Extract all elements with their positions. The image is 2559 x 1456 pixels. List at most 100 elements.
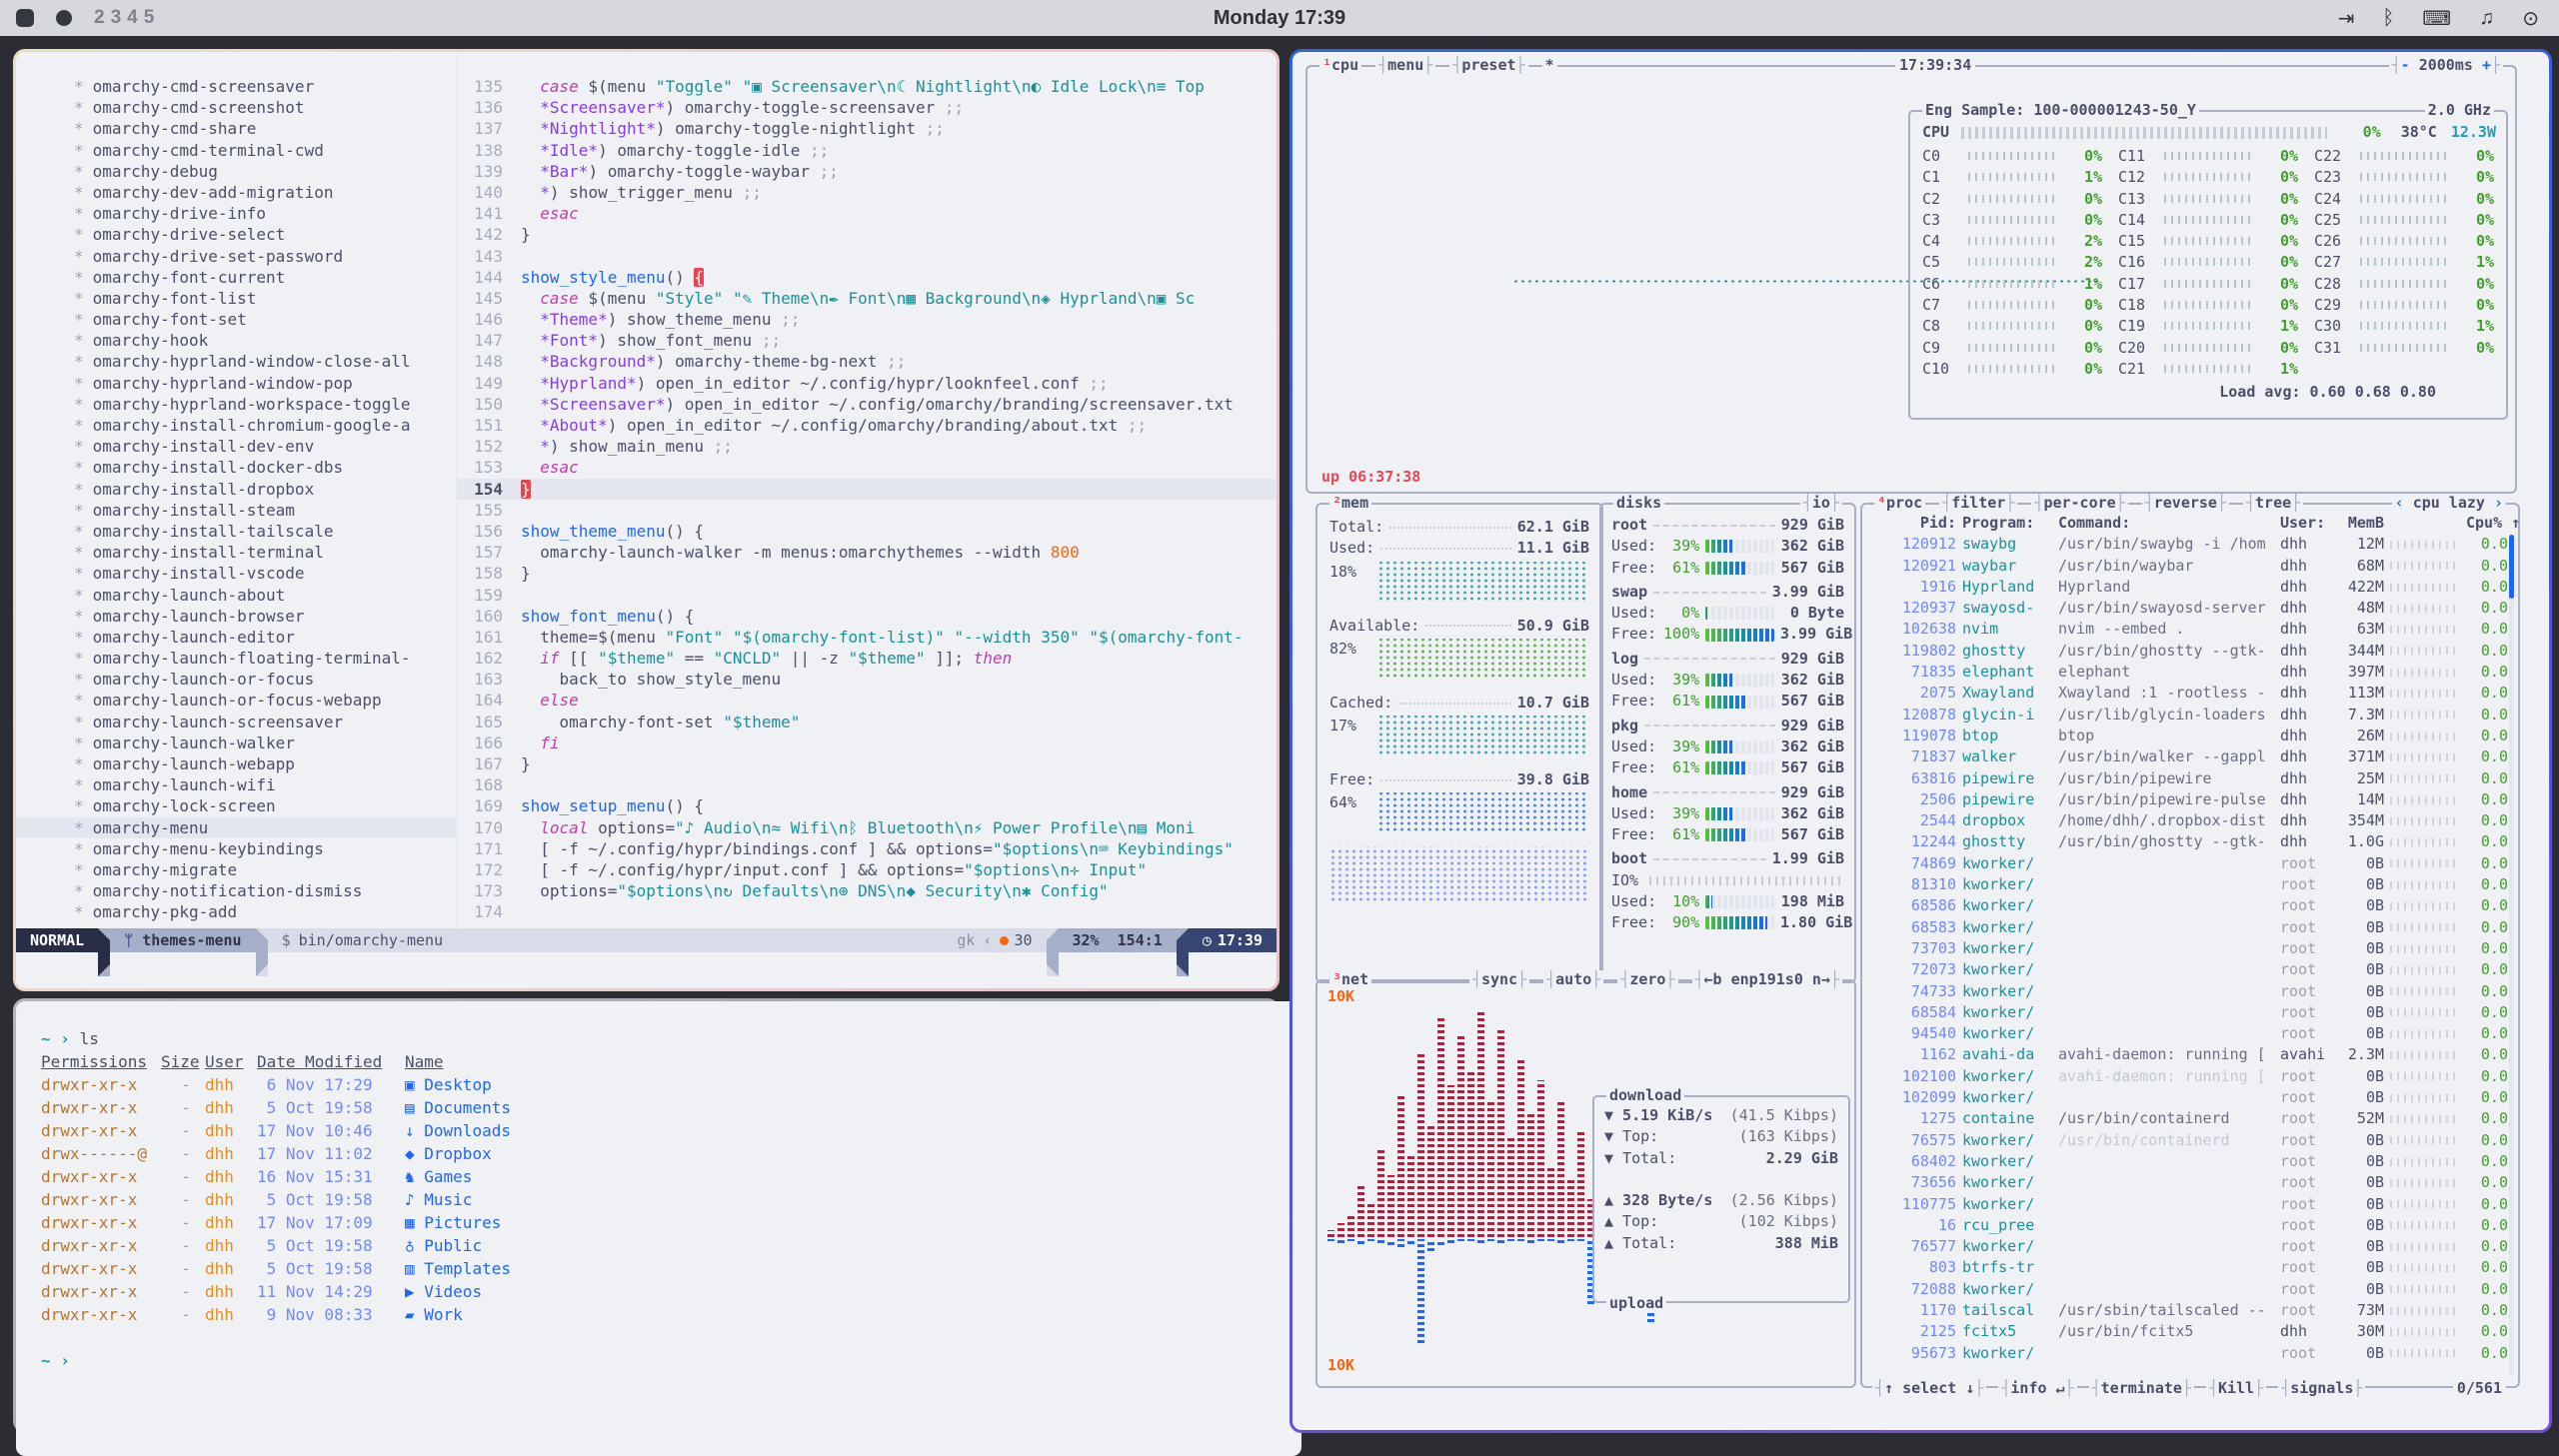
file-item[interactable]: *omarchy-launch-editor bbox=[16, 627, 456, 648]
process-row[interactable]: 76575kworker//usr/bin/containerdroot0B0.… bbox=[1862, 1130, 2518, 1151]
file-item[interactable]: *omarchy-lock-screen bbox=[16, 795, 456, 816]
code-line[interactable]: 143 bbox=[457, 246, 1277, 267]
code-line[interactable]: 145 case $(menu "Style" "✎ Theme\n✒ Font… bbox=[457, 288, 1277, 309]
proc-footer-item[interactable]: ┤signals├ bbox=[2278, 1379, 2365, 1397]
code-line[interactable]: 169show_setup_menu() { bbox=[457, 795, 1277, 816]
code-line[interactable]: 147 *Font*) show_font_menu ;; bbox=[457, 330, 1277, 351]
file-item[interactable]: *omarchy-install-docker-dbs bbox=[16, 457, 456, 478]
workspace-active-icon[interactable] bbox=[56, 10, 72, 26]
process-row[interactable]: 803btrfs-trroot0B0.0 bbox=[1862, 1257, 2518, 1278]
process-row[interactable]: 1170tailscal/usr/sbin/tailscaled --root7… bbox=[1862, 1300, 2518, 1321]
proc-footer-item[interactable]: ┤↑ select ↓├ bbox=[1872, 1379, 1986, 1397]
file-item[interactable]: *omarchy-dev-add-migration bbox=[16, 182, 456, 203]
proc-footer-item[interactable]: ┤info ↵├ bbox=[1998, 1379, 2076, 1397]
file-item[interactable]: *omarchy-font-list bbox=[16, 288, 456, 309]
process-row[interactable]: 68402kworker/root0B0.0 bbox=[1862, 1151, 2518, 1172]
code-line[interactable]: 149 *Hyprland*) open_in_editor ~/.config… bbox=[457, 373, 1277, 394]
code-line[interactable]: 159 bbox=[457, 585, 1277, 606]
btop-menu-button[interactable]: ┤menu├ bbox=[1375, 56, 1435, 74]
code-line[interactable]: 141 esac bbox=[457, 203, 1277, 224]
file-item[interactable]: *omarchy-launch-browser bbox=[16, 606, 456, 627]
net-option-sync[interactable]: ┤sync├ bbox=[1469, 970, 1529, 988]
proc-tab-reverse[interactable]: ┤reverse├ bbox=[2142, 494, 2229, 512]
workspace-4[interactable]: 4 bbox=[127, 7, 138, 28]
code-line[interactable]: 153 esac bbox=[457, 457, 1277, 478]
workspace-5[interactable]: 5 bbox=[144, 7, 155, 28]
interval-decrease-button[interactable]: - bbox=[2401, 56, 2410, 74]
file-item[interactable]: *omarchy-install-tailscale bbox=[16, 521, 456, 542]
code-line[interactable]: 156show_theme_menu() { bbox=[457, 521, 1277, 542]
process-row[interactable]: 2075XwaylandXwayland :1 -rootless -dhh11… bbox=[1862, 683, 2518, 704]
code-line[interactable]: 162 if [[ "$theme" == "CNCLD" || -z "$th… bbox=[457, 648, 1277, 669]
file-item[interactable]: *omarchy-menu bbox=[16, 817, 456, 838]
code-line[interactable]: 150 *Screensaver*) open_in_editor ~/.con… bbox=[457, 394, 1277, 415]
code-line[interactable]: 170 local options="♪ Audio\n≈ Wifi\nᛒ Bl… bbox=[457, 817, 1277, 838]
code-line[interactable]: 155 bbox=[457, 500, 1277, 521]
process-row[interactable]: 63816pipewire/usr/bin/pipewiredhh25M0.0 bbox=[1862, 768, 2518, 789]
net-option-zero[interactable]: ┤zero├ bbox=[1617, 970, 1677, 988]
process-row[interactable]: 2125fcitx5/usr/bin/fcitx5dhh30M0.0 bbox=[1862, 1321, 2518, 1342]
process-row[interactable]: 95673kworker/root0B0.0 bbox=[1862, 1343, 2518, 1364]
process-row[interactable]: 71835elephantelephantdhh397M0.0 bbox=[1862, 662, 2518, 683]
code-line[interactable]: 146 *Theme*) show_theme_menu ;; bbox=[457, 309, 1277, 330]
process-row[interactable]: 2544dropbox/home/dhh/.dropbox-distdhh354… bbox=[1862, 810, 2518, 831]
keyboard-icon[interactable]: ⌨ bbox=[2422, 6, 2451, 31]
code-line[interactable]: 172 [ -f ~/.config/hypr/input.conf ] && … bbox=[457, 859, 1277, 880]
net-option-auto[interactable]: ┤auto├ bbox=[1543, 970, 1603, 988]
code-line[interactable]: 144show_style_menu() { bbox=[457, 267, 1277, 288]
file-item[interactable]: *omarchy-install-dev-env bbox=[16, 436, 456, 457]
process-row[interactable]: 94540kworker/root0B0.0 bbox=[1862, 1023, 2518, 1044]
process-row[interactable]: 68584kworker/root0B0.0 bbox=[1862, 1002, 2518, 1023]
file-item[interactable]: *omarchy-launch-or-focus-webapp bbox=[16, 690, 456, 711]
file-item[interactable]: *omarchy-install-terminal bbox=[16, 542, 456, 563]
file-item[interactable]: *omarchy-hyprland-window-close-all bbox=[16, 351, 456, 372]
process-row[interactable]: 71837walker/usr/bin/walker --gappldhh371… bbox=[1862, 746, 2518, 767]
process-row[interactable]: 102099kworker/root0B0.0 bbox=[1862, 1087, 2518, 1108]
volume-icon[interactable]: ♫ bbox=[2479, 7, 2494, 30]
code-line[interactable]: 163 back_to show_style_menu bbox=[457, 669, 1277, 690]
workspace-3[interactable]: 3 bbox=[111, 7, 122, 28]
file-item[interactable]: *omarchy-install-vscode bbox=[16, 563, 456, 584]
code-line[interactable]: 161 theme=$(menu "Font" "$(omarchy-font-… bbox=[457, 627, 1277, 648]
process-row[interactable]: 102638nvimnvim --embed .dhh63M0.0 bbox=[1862, 619, 2518, 640]
power-icon[interactable]: ⊙ bbox=[2522, 6, 2539, 31]
file-item[interactable]: *omarchy-menu-keybindings bbox=[16, 838, 456, 859]
process-row[interactable]: 72073kworker/root0B0.0 bbox=[1862, 959, 2518, 980]
process-row[interactable]: 68583kworker/root0B0.0 bbox=[1862, 917, 2518, 938]
process-row[interactable]: 74733kworker/root0B0.0 bbox=[1862, 981, 2518, 1002]
file-item[interactable]: *omarchy-launch-webapp bbox=[16, 753, 456, 774]
code-line[interactable]: 168 bbox=[457, 774, 1277, 795]
code-line[interactable]: 160show_font_menu() { bbox=[457, 606, 1277, 627]
process-row[interactable]: 12244ghostty/usr/bin/ghostty --gtk-dhh1.… bbox=[1862, 831, 2518, 852]
process-row[interactable]: 120878glycin-i/usr/lib/glycin-loadersdhh… bbox=[1862, 705, 2518, 726]
proc-footer-item[interactable]: ┤terminate├ bbox=[2089, 1379, 2194, 1397]
proc-footer-item[interactable]: ┤Kill├ bbox=[2206, 1379, 2266, 1397]
file-item[interactable]: *omarchy-migrate bbox=[16, 859, 456, 880]
process-row[interactable]: 73703kworker/root0B0.0 bbox=[1862, 938, 2518, 959]
file-item[interactable]: *omarchy-drive-set-password bbox=[16, 246, 456, 267]
process-row[interactable]: 2506pipewire/usr/bin/pipewire-pulsedhh14… bbox=[1862, 789, 2518, 810]
process-row[interactable]: 120937swayosd-/usr/bin/swayosd-serverdhh… bbox=[1862, 598, 2518, 619]
code-line[interactable]: 164 else bbox=[457, 690, 1277, 711]
code-line[interactable]: 174 bbox=[457, 901, 1277, 922]
proc-tab-filter[interactable]: ┤filter├ bbox=[1939, 494, 2017, 512]
process-row[interactable]: 102100kworker/avahi-daemon: running [roo… bbox=[1862, 1066, 2518, 1087]
file-item[interactable]: *omarchy-hyprland-workspace-toggle bbox=[16, 394, 456, 415]
process-row[interactable]: 72088kworker/root0B0.0 bbox=[1862, 1279, 2518, 1300]
workspace-2[interactable]: 2 bbox=[94, 7, 105, 28]
file-item[interactable]: *omarchy-cmd-screensaver bbox=[16, 76, 456, 97]
file-item[interactable]: *omarchy-launch-floating-terminal- bbox=[16, 648, 456, 669]
process-row[interactable]: 120921waybar/usr/bin/waybardhh68M0.0 bbox=[1862, 556, 2518, 577]
code-pane[interactable]: 135 case $(menu "Toggle" "▣ Screensaver\… bbox=[456, 52, 1277, 952]
file-item[interactable]: *omarchy-font-set bbox=[16, 309, 456, 330]
code-line[interactable]: 137 *Nightlight*) omarchy-toggle-nightli… bbox=[457, 118, 1277, 139]
process-scrollbar[interactable] bbox=[2509, 535, 2514, 1376]
code-line[interactable]: 148 *Background*) omarchy-theme-bg-next … bbox=[457, 351, 1277, 372]
file-item[interactable]: *omarchy-font-current bbox=[16, 267, 456, 288]
file-item[interactable]: *omarchy-launch-about bbox=[16, 585, 456, 606]
screencast-icon[interactable]: ⇥ bbox=[2338, 6, 2355, 31]
process-row[interactable]: 81310kworker/root0B0.0 bbox=[1862, 874, 2518, 895]
file-item[interactable]: *omarchy-launch-wifi bbox=[16, 774, 456, 795]
code-line[interactable]: 165 omarchy-font-set "$theme" bbox=[457, 712, 1277, 732]
code-line[interactable]: 140 *) show_trigger_menu ;; bbox=[457, 182, 1277, 203]
